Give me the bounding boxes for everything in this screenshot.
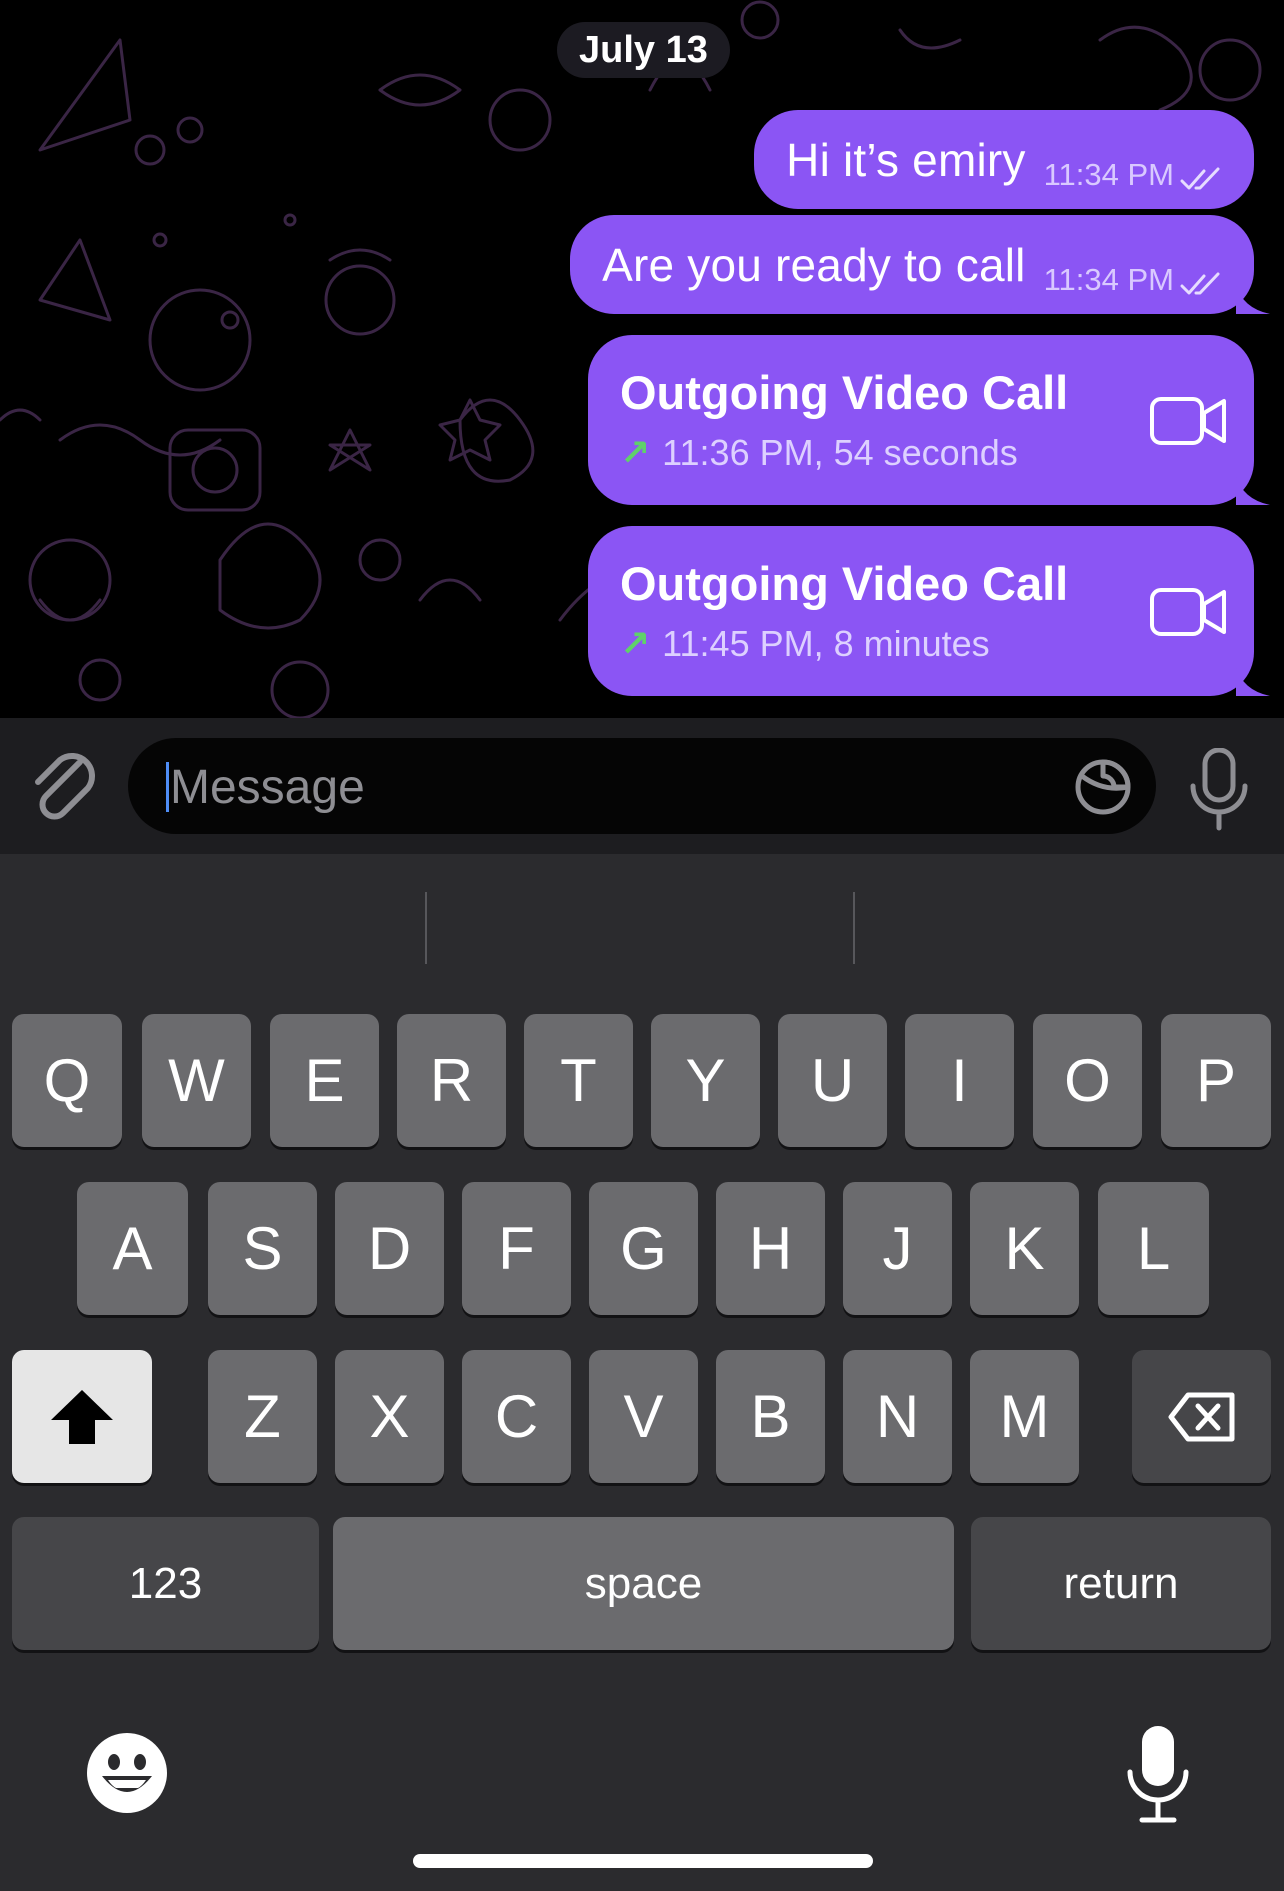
key-a[interactable]: A	[77, 1182, 188, 1315]
call-bubble[interactable]: Outgoing Video Call ↗ 11:45 PM, 8 minute…	[588, 526, 1270, 696]
space-key[interactable]: space	[333, 1517, 954, 1650]
key-x[interactable]: X	[335, 1350, 444, 1483]
chat-area[interactable]: July 13 Hi it’s emiry 11:34 PM Are you r…	[0, 0, 1284, 718]
key-u[interactable]: U	[778, 1014, 887, 1147]
call-detail: 11:36 PM, 54 seconds	[662, 432, 1018, 473]
message-time: 11:34 PM	[1043, 156, 1174, 192]
key-z[interactable]: Z	[208, 1350, 317, 1483]
message-bubble[interactable]: Hi it’s emiry 11:34 PM	[754, 110, 1254, 209]
shift-key[interactable]	[12, 1350, 152, 1483]
key-d[interactable]: D	[335, 1182, 444, 1315]
key-p[interactable]: P	[1161, 1014, 1271, 1147]
message-text: Hi it’s emiry	[786, 133, 1026, 186]
call-detail-row: ↗ 11:45 PM, 8 minutes	[620, 623, 1224, 665]
keyboard: Q W E R T Y U I O P A S D F G H J K L Z …	[0, 854, 1284, 1891]
key-m[interactable]: M	[970, 1350, 1079, 1483]
numbers-key[interactable]: 123	[12, 1517, 319, 1650]
key-s[interactable]: S	[208, 1182, 317, 1315]
video-camera-icon[interactable]	[1150, 395, 1228, 447]
paperclip-icon[interactable]	[28, 748, 100, 830]
key-f[interactable]: F	[462, 1182, 571, 1315]
home-indicator	[413, 1854, 873, 1868]
backspace-key[interactable]	[1132, 1350, 1271, 1483]
suggestion-divider	[853, 892, 855, 964]
message-text: Are you ready to call	[602, 238, 1026, 291]
key-t[interactable]: T	[524, 1014, 633, 1147]
key-g[interactable]: G	[589, 1182, 698, 1315]
key-o[interactable]: O	[1033, 1014, 1142, 1147]
video-camera-icon[interactable]	[1150, 586, 1228, 638]
key-j[interactable]: J	[843, 1182, 952, 1315]
message-field[interactable]	[128, 738, 1156, 836]
date-separator: July 13	[557, 22, 730, 78]
message-input[interactable]	[168, 738, 972, 836]
return-key[interactable]: return	[971, 1517, 1271, 1650]
bubble-tail	[1236, 284, 1270, 314]
outgoing-arrow-icon: ↗	[620, 623, 651, 664]
emoji-icon[interactable]	[86, 1732, 168, 1814]
message-meta: 11:34 PM	[1044, 157, 1224, 193]
key-h[interactable]: H	[716, 1182, 825, 1315]
key-l[interactable]: L	[1098, 1182, 1209, 1315]
key-r[interactable]: R	[397, 1014, 506, 1147]
key-e[interactable]: E	[270, 1014, 379, 1147]
dictation-mic-icon[interactable]	[1126, 1724, 1190, 1824]
key-v[interactable]: V	[589, 1350, 698, 1483]
microphone-icon[interactable]	[1188, 748, 1250, 832]
shift-icon	[51, 1389, 113, 1444]
outgoing-arrow-icon: ↗	[620, 432, 651, 473]
call-title: Outgoing Video Call	[620, 366, 1069, 419]
call-bubble[interactable]: Outgoing Video Call ↗ 11:36 PM, 54 secon…	[588, 335, 1270, 505]
sticker-icon[interactable]	[1074, 758, 1132, 816]
call-detail: 11:45 PM, 8 minutes	[662, 623, 990, 664]
call-title: Outgoing Video Call	[620, 557, 1069, 610]
message-input-bar	[0, 718, 1284, 854]
suggestion-divider	[425, 892, 427, 964]
key-y[interactable]: Y	[651, 1014, 760, 1147]
double-check-icon	[1180, 167, 1220, 189]
bubble-tail	[1236, 666, 1270, 696]
bubble-tail	[1236, 475, 1270, 505]
message-time: 11:34 PM	[1043, 261, 1174, 297]
message-meta: 11:34 PM	[1044, 262, 1224, 298]
call-detail-row: ↗ 11:36 PM, 54 seconds	[620, 432, 1224, 474]
key-k[interactable]: K	[970, 1182, 1079, 1315]
key-q[interactable]: Q	[12, 1014, 122, 1147]
key-b[interactable]: B	[716, 1350, 825, 1483]
key-c[interactable]: C	[462, 1350, 571, 1483]
key-n[interactable]: N	[843, 1350, 952, 1483]
backspace-icon	[1168, 1392, 1234, 1441]
key-i[interactable]: I	[905, 1014, 1014, 1147]
key-w[interactable]: W	[142, 1014, 251, 1147]
double-check-icon	[1180, 272, 1220, 294]
message-bubble[interactable]: Are you ready to call 11:34 PM	[570, 215, 1270, 314]
